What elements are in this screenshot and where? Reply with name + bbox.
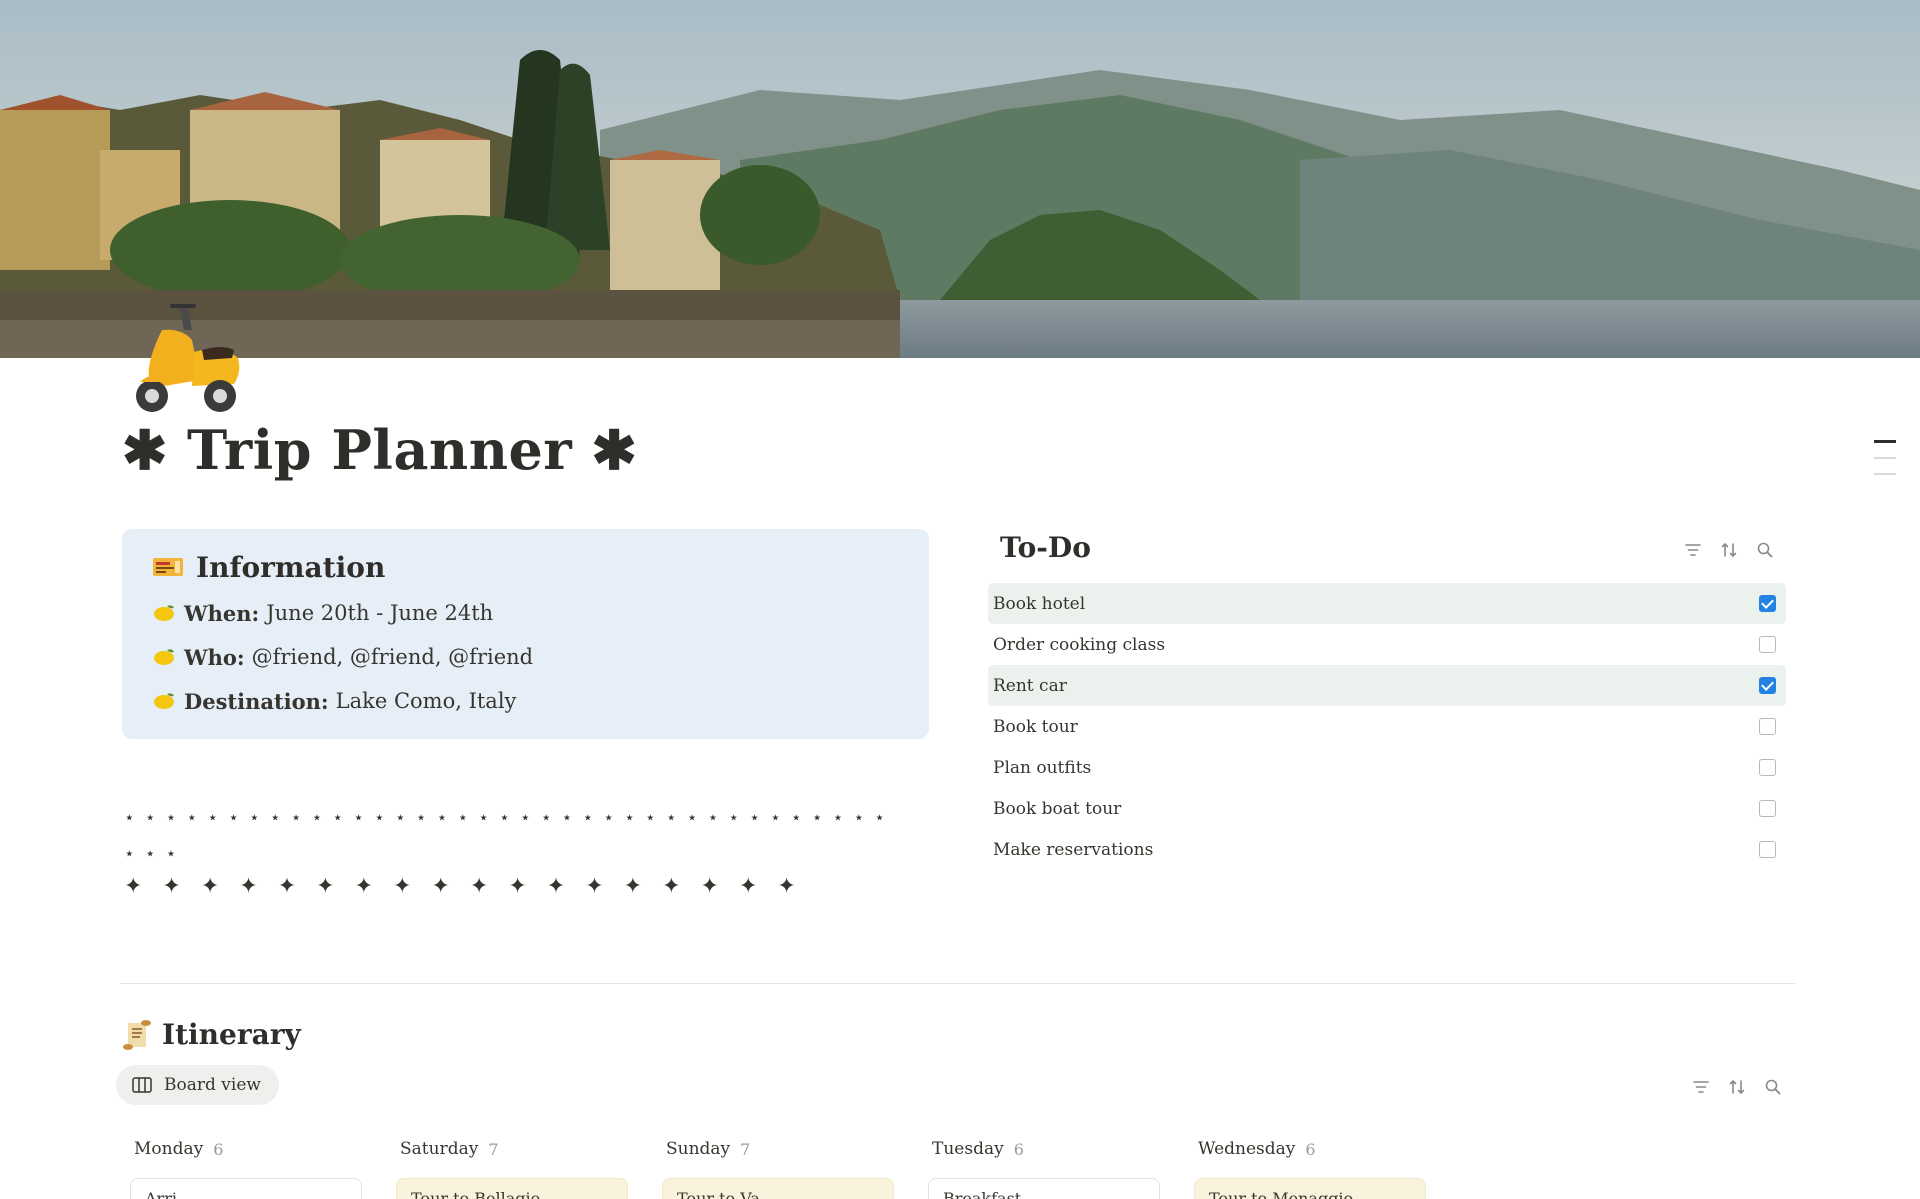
itinerary-toolbar — [1692, 1078, 1782, 1096]
board-column-saturday: Saturday 7 Tour to Bellagio — [388, 1136, 628, 1199]
board-view-label: Board view — [164, 1075, 261, 1095]
todo-item-label: Make reservations — [993, 839, 1154, 860]
todo-checkbox[interactable] — [1759, 759, 1776, 776]
decorative-stars-small: ⋆⋆⋆⋆⋆⋆⋆⋆⋆⋆⋆⋆⋆⋆⋆⋆⋆⋆⋆⋆⋆⋆⋆⋆⋆⋆⋆⋆⋆⋆⋆⋆⋆⋆⋆⋆⋆⋆⋆⋆ — [124, 808, 896, 864]
column-header[interactable]: Wednesday 6 — [1186, 1136, 1426, 1162]
column-header[interactable]: Saturday 7 — [388, 1136, 628, 1162]
board-column-tuesday: Tuesday 6 Breakfast — [920, 1136, 1160, 1199]
todo-item[interactable]: Order cooking class — [988, 624, 1786, 665]
todo-item-label: Plan outfits — [993, 757, 1092, 778]
information-heading-text: Information — [196, 550, 386, 584]
column-header[interactable]: Tuesday 6 — [920, 1136, 1160, 1162]
decorative-stars-large: ✦✦✦✦✦✦✦✦✦✦✦✦✦✦✦✦✦✦ — [124, 874, 816, 899]
todo-list: Book hotel Order cooking class Rent car … — [988, 583, 1786, 870]
page-outline[interactable] — [1874, 440, 1896, 489]
board-column-sunday: Sunday 7 Tour to Va — [654, 1136, 894, 1199]
info-value: June 20th - June 24th — [266, 601, 494, 625]
todo-item[interactable]: Book tour — [988, 706, 1786, 747]
sort-icon[interactable] — [1720, 541, 1738, 559]
column-name: Sunday — [666, 1139, 731, 1159]
column-name: Saturday — [400, 1139, 479, 1159]
todo-checkbox[interactable] — [1759, 718, 1776, 735]
search-icon[interactable] — [1756, 541, 1774, 559]
todo-item-label: Book tour — [993, 716, 1078, 737]
board-card[interactable]: Tour to Va — [662, 1178, 894, 1199]
outline-marker[interactable] — [1874, 440, 1896, 443]
info-row-when: When: June 20th - June 24th — [152, 591, 899, 635]
column-header[interactable]: Sunday 7 — [654, 1136, 894, 1162]
search-icon[interactable] — [1764, 1078, 1782, 1096]
outline-marker[interactable] — [1874, 457, 1896, 459]
todo-item-label: Rent car — [993, 675, 1067, 696]
board-column-monday: Monday 6 Arri — [122, 1136, 362, 1199]
todo-item-label: Book boat tour — [993, 798, 1122, 819]
cover-image — [0, 0, 1920, 358]
board-column-wednesday: Wednesday 6 Tour to Menaggio — [1186, 1136, 1426, 1199]
lemon-icon — [154, 693, 174, 709]
itinerary-heading: Itinerary — [122, 1018, 301, 1051]
column-count: 7 — [740, 1139, 751, 1159]
scroll-icon — [123, 1019, 151, 1050]
column-name: Monday — [134, 1139, 204, 1159]
todo-item[interactable]: Plan outfits — [988, 747, 1786, 788]
outline-marker[interactable] — [1874, 473, 1896, 475]
todo-item[interactable]: Book boat tour — [988, 788, 1786, 829]
ticket-icon — [153, 558, 183, 576]
scooter-icon[interactable] — [122, 300, 252, 420]
column-count: 7 — [488, 1139, 499, 1159]
todo-checkbox[interactable] — [1759, 636, 1776, 653]
itinerary-board: Monday 6 Arri Saturday 7 Tour to Bellagi… — [122, 1136, 1582, 1199]
todo-toolbar — [1684, 541, 1774, 559]
todo-item[interactable]: Rent car — [988, 665, 1786, 706]
info-value: Lake Como, Italy — [335, 689, 517, 713]
lemon-icon — [154, 605, 174, 621]
todo-item[interactable]: Make reservations — [988, 829, 1786, 870]
information-callout: Information When: June 20th - June 24th … — [122, 529, 929, 739]
board-view-icon — [132, 1077, 152, 1093]
lake-landscape-illustration — [0, 0, 1920, 358]
filter-icon[interactable] — [1692, 1078, 1710, 1096]
todo-checkbox[interactable] — [1759, 677, 1776, 694]
board-card[interactable]: Tour to Menaggio — [1194, 1178, 1426, 1199]
column-name: Wednesday — [1198, 1139, 1296, 1159]
lemon-icon — [154, 649, 174, 665]
info-label: Destination: — [184, 688, 329, 714]
info-row-who: Who: @friend, @friend, @friend — [152, 635, 899, 679]
column-header[interactable]: Monday 6 — [122, 1136, 362, 1162]
column-count: 6 — [1013, 1139, 1024, 1159]
info-label: When: — [184, 600, 260, 626]
board-card[interactable]: Tour to Bellagio — [396, 1178, 628, 1199]
column-name: Tuesday — [932, 1139, 1004, 1159]
board-card[interactable]: Breakfast — [928, 1178, 1160, 1199]
todo-item-label: Book hotel — [993, 593, 1086, 614]
itinerary-title[interactable]: Itinerary — [162, 1018, 301, 1051]
column-count: 6 — [213, 1139, 224, 1159]
todo-checkbox[interactable] — [1759, 800, 1776, 817]
info-label: Who: — [184, 644, 245, 670]
filter-icon[interactable] — [1684, 541, 1702, 559]
section-divider — [120, 983, 1795, 984]
page-title: ✱ Trip Planner ✱ — [122, 418, 638, 482]
column-count: 6 — [1305, 1139, 1316, 1159]
information-heading: Information — [152, 549, 899, 585]
todo-item-label: Order cooking class — [993, 634, 1166, 655]
todo-title[interactable]: To-Do — [1000, 531, 1091, 564]
todo-checkbox[interactable] — [1759, 841, 1776, 858]
board-card[interactable]: Arri — [130, 1178, 362, 1199]
info-value[interactable]: @friend, @friend, @friend — [252, 645, 533, 669]
todo-checkbox[interactable] — [1759, 595, 1776, 612]
board-view-tab[interactable]: Board view — [116, 1065, 279, 1105]
sort-icon[interactable] — [1728, 1078, 1746, 1096]
info-row-destination: Destination: Lake Como, Italy — [152, 679, 899, 723]
todo-item[interactable]: Book hotel — [988, 583, 1786, 624]
